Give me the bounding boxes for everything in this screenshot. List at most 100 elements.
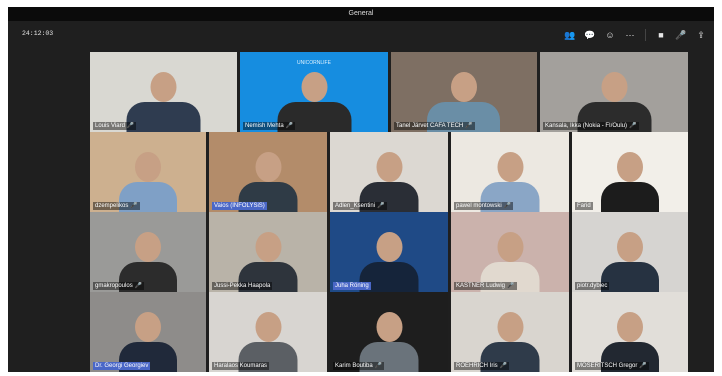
participant-head	[376, 312, 402, 342]
participant-head	[617, 312, 643, 342]
participant-tile[interactable]: gmakropoulos 🎤	[90, 212, 206, 292]
window-title: General	[8, 7, 714, 21]
participant-head	[617, 152, 643, 182]
participant-name: Nemish Mehta	[245, 123, 284, 129]
participant-head	[451, 72, 477, 102]
participant-name-label: Vaios (INFOLYSiS)	[212, 202, 267, 210]
participant-name: Dr. Georgi Georgiev	[95, 363, 149, 369]
mic-icon: 🎤	[503, 203, 512, 209]
participant-name: Vaios (INFOLYSiS)	[214, 203, 265, 209]
participant-body	[601, 262, 659, 292]
mic-icon: 🎤	[639, 363, 647, 369]
participant-head	[255, 152, 281, 182]
participant-head	[255, 312, 281, 342]
participant-head	[135, 232, 161, 262]
participant-name: pawel montowski	[456, 203, 502, 209]
participant-tile[interactable]: Vaios (INFOLYSiS)	[209, 132, 327, 212]
participant-name-label: Juha Röning	[333, 282, 371, 290]
participant-tile[interactable]: Juha Röning	[330, 212, 448, 292]
participant-tile[interactable]: Jussi-Pekka Haapola	[209, 212, 327, 292]
participant-name-label: Louis Viard 🎤	[93, 122, 137, 130]
mic-icon: 🎤	[126, 123, 135, 129]
participant-name-label: Kansala, Ikka (Nokia - FI/Oulu) 🎤	[543, 122, 639, 130]
participant-head	[497, 152, 523, 182]
participant-name-label: Haralaos Koumaras	[212, 362, 270, 370]
participant-tile[interactable]: ROEHRICH Iris 🎤	[451, 292, 569, 372]
video-grid: Louis Viard 🎤 UNICORNLIFE Nemish Mehta 🎤 Tane…	[90, 52, 688, 372]
meeting-timer: 24:12:03	[22, 30, 54, 37]
chat-icon[interactable]: 💬	[583, 28, 597, 42]
participant-tile[interactable]: pawel montowski 🎤	[451, 132, 569, 212]
share-icon[interactable]: ⇪	[694, 28, 708, 42]
participant-name: ROEHRICH Iris	[456, 363, 498, 369]
participant-name-label: Jussi-Pekka Haapola	[212, 282, 273, 290]
participant-head	[255, 232, 281, 262]
participant-name: dzempelikos	[95, 203, 129, 209]
participant-name: Kansala, Ikka (Nokia - FI/Oulu)	[545, 123, 628, 129]
mic-icon: 🎤	[499, 363, 508, 369]
participant-head	[150, 72, 177, 102]
participant-name-label: Adlen_Ksentini 🎤	[333, 202, 387, 210]
participant-tile[interactable]: Haralaos Koumaras	[209, 292, 327, 372]
toolbar-divider	[645, 29, 646, 41]
participant-name-label: ROEHRICH Iris 🎤	[454, 362, 510, 370]
participant-name: Jussi-Pekka Haapola	[214, 283, 271, 289]
mic-icon: 🎤	[507, 283, 515, 289]
participant-tile[interactable]: Kansala, Ikka (Nokia - FI/Oulu) 🎤	[540, 52, 688, 132]
participant-tile[interactable]: UNICORNLIFE Nemish Mehta 🎤	[240, 52, 388, 132]
participant-head	[497, 312, 523, 342]
participant-tile[interactable]: Adlen_Ksentini 🎤	[330, 132, 448, 212]
participant-name-label: Nemish Mehta 🎤	[243, 122, 296, 130]
participant-body	[126, 102, 201, 132]
toolbar-controls: 👥 💬 ☺ ⋯ ■ 🎤 ⇪	[563, 26, 708, 44]
participant-head	[497, 232, 523, 262]
participant-tile[interactable]: Karim Boutiba 🎤	[330, 292, 448, 372]
participant-head	[376, 152, 402, 182]
mic-icon: 🎤	[130, 203, 138, 209]
participant-head	[301, 72, 327, 102]
meeting-toolbar: 24:12:03 👥 💬 ☺ ⋯ ■ 🎤 ⇪	[8, 21, 714, 49]
more-icon[interactable]: ⋯	[623, 28, 637, 42]
participant-name: Karim Boutiba	[335, 363, 373, 369]
participant-tile[interactable]: Farid	[572, 132, 688, 212]
camera-icon[interactable]: ■	[654, 28, 668, 42]
participant-head	[135, 312, 161, 342]
mic-icon: 🎤	[377, 203, 385, 209]
participant-tile[interactable]: KASTNER Ludwig 🎤	[451, 212, 569, 292]
participant-tile[interactable]: Tanel Järvet CAFA TECH 🎤	[391, 52, 537, 132]
participant-silhouette	[598, 148, 662, 212]
participant-head	[617, 232, 643, 262]
participant-name: gmakropoulos	[95, 283, 133, 289]
participant-body	[601, 182, 659, 212]
mic-icon: 🎤	[285, 123, 294, 129]
participant-tile[interactable]: Louis Viard 🎤	[90, 52, 237, 132]
participant-tile[interactable]: Dr. Georgi Georgiev	[90, 292, 206, 372]
teams-meeting-window: General 24:12:03 👥 💬 ☺ ⋯ ■ 🎤 ⇪ Louis Via…	[8, 7, 714, 372]
participant-name: Tanel Järvet CAFA TECH	[396, 123, 464, 129]
mic-icon: 🎤	[374, 363, 383, 369]
participant-name-label: Karim Boutiba 🎤	[333, 362, 385, 370]
participant-name-label: Tanel Järvet CAFA TECH 🎤	[394, 122, 475, 130]
participant-name: Louis Viard	[95, 123, 125, 129]
participant-tile[interactable]: piotr.dybiec	[572, 212, 688, 292]
participant-name-label: Dr. Georgi Georgiev	[93, 362, 151, 370]
participant-name: Juha Röning	[335, 283, 369, 289]
participant-head	[135, 152, 161, 182]
participant-name-label: KASTNER Ludwig 🎤	[454, 282, 517, 290]
participant-name-label: dzempelikos 🎤	[93, 202, 140, 210]
people-icon[interactable]: 👥	[563, 28, 577, 42]
mic-icon: 🎤	[134, 283, 143, 289]
participant-name-label: piotr.dybiec	[575, 282, 610, 290]
participant-name-label: pawel montowski 🎤	[454, 202, 514, 210]
participant-tile[interactable]: MOSERITSCH Gregor 🎤	[572, 292, 688, 372]
participant-tile[interactable]: dzempelikos 🎤	[90, 132, 206, 212]
mic-icon: 🎤	[629, 123, 637, 129]
react-icon[interactable]: ☺	[603, 28, 617, 42]
participant-head	[376, 232, 402, 262]
participant-name: Haralaos Koumaras	[214, 363, 268, 369]
participant-name: MOSERITSCH Gregor	[577, 363, 638, 369]
participant-name-label: gmakropoulos 🎤	[93, 282, 145, 290]
participant-name: Farid	[577, 203, 591, 209]
mic-icon: 🎤	[465, 123, 473, 129]
mic-icon[interactable]: 🎤	[674, 28, 688, 42]
